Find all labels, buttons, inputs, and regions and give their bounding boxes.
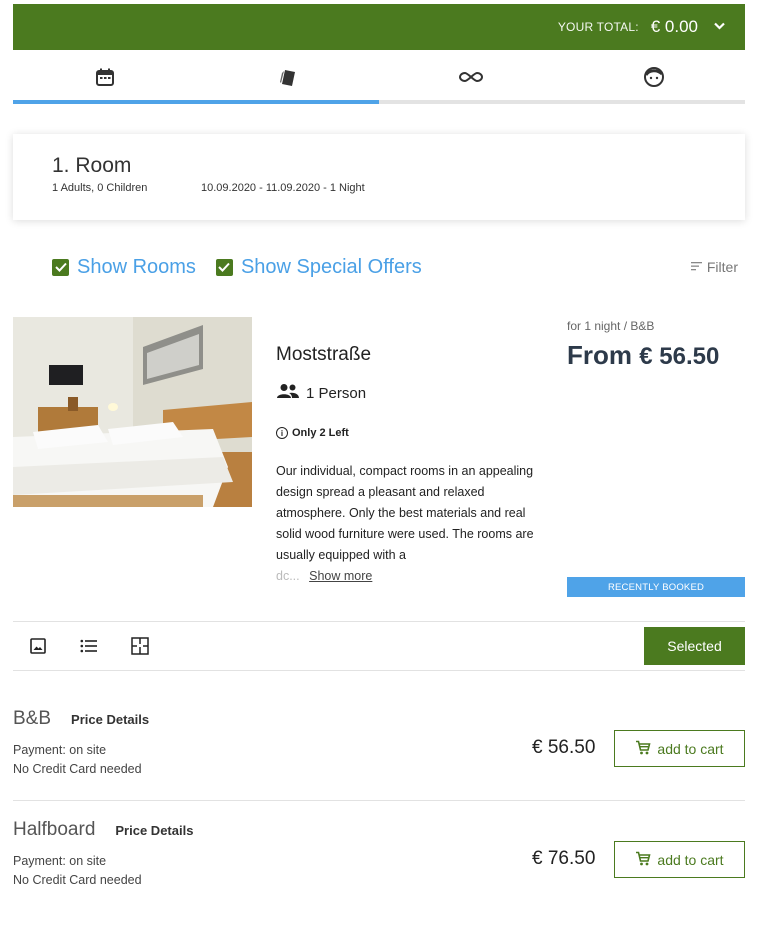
availability-note: i Only 2 Left (276, 427, 349, 439)
room-summary-guests: 1 Adults, 0 Children (52, 182, 148, 194)
from-label: From (567, 340, 632, 370)
step-progress-fill (13, 100, 379, 104)
filter-label: Filter (706, 259, 738, 275)
show-rooms-label[interactable]: Show Rooms (77, 256, 196, 279)
step-guest[interactable] (562, 50, 745, 104)
step-rooms[interactable] (196, 50, 379, 104)
image-gallery-icon[interactable] (29, 637, 47, 655)
room-description: Our individual, compact rooms in an appe… (276, 461, 546, 587)
rate-title: Halfboard (13, 819, 96, 840)
room-description-fade: dc... (276, 569, 300, 583)
show-rooms-checkbox[interactable] (52, 258, 69, 276)
add-to-cart-button[interactable]: add to cart (614, 841, 745, 878)
room-photo[interactable] (13, 317, 252, 507)
step-progress-bar (13, 100, 745, 104)
show-offers-label[interactable]: Show Special Offers (241, 256, 422, 279)
room-summary-card: 1. Room 1 Adults, 0 Children 10.09.2020 … (13, 134, 745, 220)
rate-title: B&B (13, 708, 52, 729)
filter-lines-icon (690, 260, 703, 274)
booking-steps (13, 50, 745, 104)
filter-button[interactable]: Filter (690, 259, 738, 275)
cart-icon (635, 740, 657, 758)
add-to-cart-label: add to cart (657, 851, 724, 868)
room-toolbar (13, 621, 745, 671)
list-details-icon[interactable] (80, 637, 98, 655)
cart-icon (635, 851, 657, 869)
room-description-text: Our individual, compact rooms in an appe… (276, 464, 534, 562)
price-period-label: for 1 night / B&B (567, 319, 655, 333)
from-price: From € 56.50 (567, 340, 719, 371)
rate-price: € 56.50 (532, 737, 596, 758)
total-bar[interactable]: YOUR TOTAL: € 0.00 (13, 4, 745, 50)
from-price-value: € 56.50 (639, 343, 720, 370)
chevron-down-icon[interactable] (714, 21, 725, 33)
total-label: YOUR TOTAL: (557, 20, 639, 34)
rate-option: Halfboard Price Details Payment: on site… (13, 819, 745, 890)
add-to-cart-button[interactable]: add to cart (614, 730, 745, 767)
price-details-link[interactable]: Price Details (71, 712, 149, 727)
step-dates[interactable] (13, 50, 196, 104)
add-to-cart-label: add to cart (657, 740, 724, 757)
selected-button[interactable]: Selected (644, 627, 745, 665)
availability-text: Only 2 Left (292, 427, 349, 439)
step-extras[interactable] (379, 50, 562, 104)
total-value: € 0.00 (650, 17, 698, 36)
room-capacity: 1 Person (276, 383, 366, 403)
filter-row: Show Rooms Show Special Offers Filter (52, 252, 738, 282)
room-name: Moststraße (276, 344, 372, 365)
rate-option: B&B Price Details Payment: on site No Cr… (13, 708, 745, 779)
rate-price: € 76.50 (532, 848, 596, 869)
show-offers-checkbox[interactable] (215, 258, 233, 276)
guest-face-icon (643, 66, 665, 88)
calendar-icon (95, 67, 115, 87)
info-icon: i (276, 427, 288, 439)
room-summary-title: 1. Room (52, 154, 132, 177)
price-details-link[interactable]: Price Details (115, 823, 193, 838)
rate-divider (13, 800, 745, 801)
show-more-link[interactable]: Show more (309, 569, 372, 583)
people-icon (276, 383, 306, 403)
room-cards-icon (277, 67, 299, 87)
infinity-icon (458, 70, 484, 84)
floor-plan-icon[interactable] (131, 637, 149, 655)
room-persons: 1 Person (306, 384, 367, 402)
recently-booked-badge: RECENTLY BOOKED (567, 577, 745, 597)
room-summary-dates: 10.09.2020 - 11.09.2020 - 1 Night (201, 182, 365, 194)
